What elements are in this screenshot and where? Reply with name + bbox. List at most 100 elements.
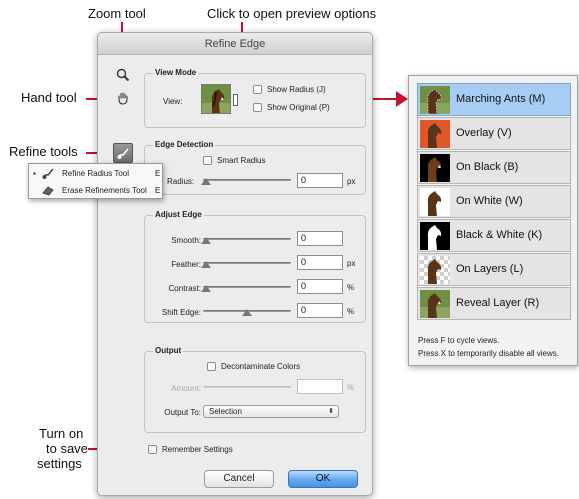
on-layers-thumbnail bbox=[420, 256, 450, 284]
smooth-input[interactable]: 0 bbox=[297, 231, 343, 246]
marching-ants-thumbnail bbox=[420, 86, 450, 114]
view-mode-group: View Mode View: Show Radius (J) Show Ori… bbox=[144, 68, 366, 128]
smart-radius-label: Smart Radius bbox=[217, 156, 266, 165]
reveal-layer-label: Reveal Layer (R) bbox=[456, 297, 540, 309]
feather-unit: px bbox=[347, 259, 356, 268]
show-original-label: Show Original (P) bbox=[267, 103, 330, 112]
smart-radius-checkbox[interactable] bbox=[203, 156, 212, 165]
show-original-checkbox[interactable] bbox=[253, 103, 262, 112]
output-to-label: Output To: bbox=[164, 408, 201, 417]
output-group: Output Decontaminate Colors Amount: % Ou… bbox=[144, 346, 366, 433]
view-mode-menu: Marching Ants (M) Overlay (V) On Black (… bbox=[408, 75, 578, 366]
hand-icon bbox=[118, 92, 128, 105]
smooth-slider-track[interactable] bbox=[203, 238, 291, 240]
hand-tool-button[interactable] bbox=[114, 89, 132, 107]
feather-slider-track[interactable] bbox=[203, 262, 291, 264]
erase-refinements-shortcut: E bbox=[155, 186, 161, 195]
reveal-layer-thumbnail bbox=[420, 290, 450, 318]
output-title: Output bbox=[153, 346, 184, 355]
feather-slider-thumb[interactable] bbox=[201, 261, 211, 268]
view-item-on-black[interactable]: On Black (B) bbox=[417, 151, 571, 184]
on-layers-label: On Layers (L) bbox=[456, 263, 524, 275]
overlay-label: Overlay (V) bbox=[456, 127, 512, 139]
radius-slider-track[interactable] bbox=[203, 179, 291, 181]
view-label: View: bbox=[163, 97, 183, 106]
contrast-unit: % bbox=[347, 283, 355, 292]
amount-label: Amount: bbox=[171, 384, 201, 393]
on-white-label: On White (W) bbox=[456, 195, 523, 207]
zoom-icon bbox=[116, 68, 130, 82]
save-settings-callout-line1: Turn on bbox=[39, 426, 84, 441]
refine-radius-brush-icon bbox=[42, 168, 54, 179]
feather-input[interactable]: 0 bbox=[297, 255, 343, 270]
marching-ants-label: Marching Ants (M) bbox=[456, 93, 546, 105]
remember-settings-label: Remember Settings bbox=[162, 445, 233, 454]
smooth-slider-thumb[interactable] bbox=[201, 237, 211, 244]
zoom-tool-callout: Zoom tool bbox=[88, 6, 146, 21]
ok-button[interactable]: OK bbox=[288, 470, 358, 488]
view-preview-thumbnail[interactable] bbox=[201, 84, 231, 114]
view-item-overlay[interactable]: Overlay (V) bbox=[417, 117, 571, 150]
refine-tools-callout: Refine tools bbox=[9, 144, 78, 159]
amount-input bbox=[297, 379, 343, 394]
view-item-black-white[interactable]: Black & White (K) bbox=[417, 219, 571, 252]
on-white-thumbnail bbox=[420, 188, 450, 216]
refine-radius-tool-item[interactable]: ▪ Refine Radius Tool E bbox=[29, 165, 162, 182]
zoom-tool-button[interactable] bbox=[114, 66, 132, 84]
contrast-slider-thumb[interactable] bbox=[201, 285, 211, 292]
feather-label: Feather: bbox=[171, 260, 201, 269]
black-white-thumbnail bbox=[420, 222, 450, 250]
refine-radius-tool-label: Refine Radius Tool bbox=[62, 169, 130, 178]
overlay-thumbnail bbox=[420, 120, 450, 148]
output-to-select[interactable]: Selection ⬍ bbox=[203, 405, 339, 418]
contrast-slider-track[interactable] bbox=[203, 286, 291, 288]
refine-brush-icon bbox=[117, 148, 129, 159]
shift-edge-label: Shift Edge: bbox=[161, 308, 201, 317]
on-black-label: On Black (B) bbox=[456, 161, 519, 173]
cycle-views-tip: Press F to cycle views. bbox=[418, 336, 500, 345]
radius-unit: px bbox=[347, 177, 356, 186]
view-item-marching-ants[interactable]: Marching Ants (M) bbox=[417, 83, 571, 116]
contrast-label: Contrast: bbox=[168, 284, 201, 293]
radius-label: Radius: bbox=[167, 177, 195, 186]
output-to-value: Selection bbox=[209, 407, 242, 416]
hand-tool-callout: Hand tool bbox=[21, 90, 77, 105]
show-radius-checkbox[interactable] bbox=[253, 85, 262, 94]
amount-unit: % bbox=[347, 383, 355, 392]
refine-tools-menu: ▪ Refine Radius Tool E Erase Refinements… bbox=[28, 163, 163, 199]
save-settings-callout-line2: to save bbox=[46, 441, 88, 456]
radius-slider-thumb[interactable] bbox=[201, 178, 211, 185]
edge-detection-title: Edge Detection bbox=[153, 140, 216, 149]
view-item-on-layers[interactable]: On Layers (L) bbox=[417, 253, 571, 286]
black-white-label: Black & White (K) bbox=[456, 229, 543, 241]
refine-tool-button[interactable] bbox=[113, 143, 133, 163]
amount-slider-track bbox=[203, 386, 291, 388]
decontaminate-checkbox[interactable] bbox=[207, 362, 216, 371]
edge-detection-group: Edge Detection Smart Radius Radius: 0 px bbox=[144, 140, 366, 195]
view-dropdown-arrow[interactable] bbox=[233, 94, 238, 106]
adjust-edge-group: Adjust Edge Smooth: 0 Feather: 0 px Cont… bbox=[144, 210, 366, 323]
horse-thumbnail-image bbox=[202, 85, 230, 113]
view-mode-title: View Mode bbox=[153, 68, 199, 77]
on-black-thumbnail bbox=[420, 154, 450, 182]
disable-views-tip: Press X to temporarily disable all views… bbox=[418, 349, 559, 358]
active-bullet: ▪ bbox=[33, 169, 36, 178]
eraser-icon bbox=[42, 186, 54, 196]
view-item-reveal-layer[interactable]: Reveal Layer (R) bbox=[417, 287, 571, 320]
shift-edge-unit: % bbox=[347, 307, 355, 316]
cancel-button[interactable]: Cancel bbox=[204, 470, 274, 488]
shift-edge-input[interactable]: 0 bbox=[297, 303, 343, 318]
view-item-on-white[interactable]: On White (W) bbox=[417, 185, 571, 218]
dialog-title: Refine Edge bbox=[98, 33, 372, 55]
remember-settings-checkbox[interactable] bbox=[148, 445, 157, 454]
shift-edge-slider-thumb[interactable] bbox=[242, 309, 252, 316]
refine-edge-dialog: Refine Edge View Mode View: Show Radius … bbox=[97, 32, 373, 496]
contrast-input[interactable]: 0 bbox=[297, 279, 343, 294]
save-settings-callout-line3: settings bbox=[37, 456, 82, 471]
radius-input[interactable]: 0 bbox=[297, 173, 343, 188]
erase-refinements-tool-item[interactable]: Erase Refinements Tool E bbox=[29, 182, 162, 199]
adjust-edge-title: Adjust Edge bbox=[153, 210, 204, 219]
view-menu-arrowhead bbox=[396, 91, 408, 107]
smooth-label: Smooth: bbox=[171, 236, 201, 245]
decontaminate-label: Decontaminate Colors bbox=[221, 362, 301, 371]
